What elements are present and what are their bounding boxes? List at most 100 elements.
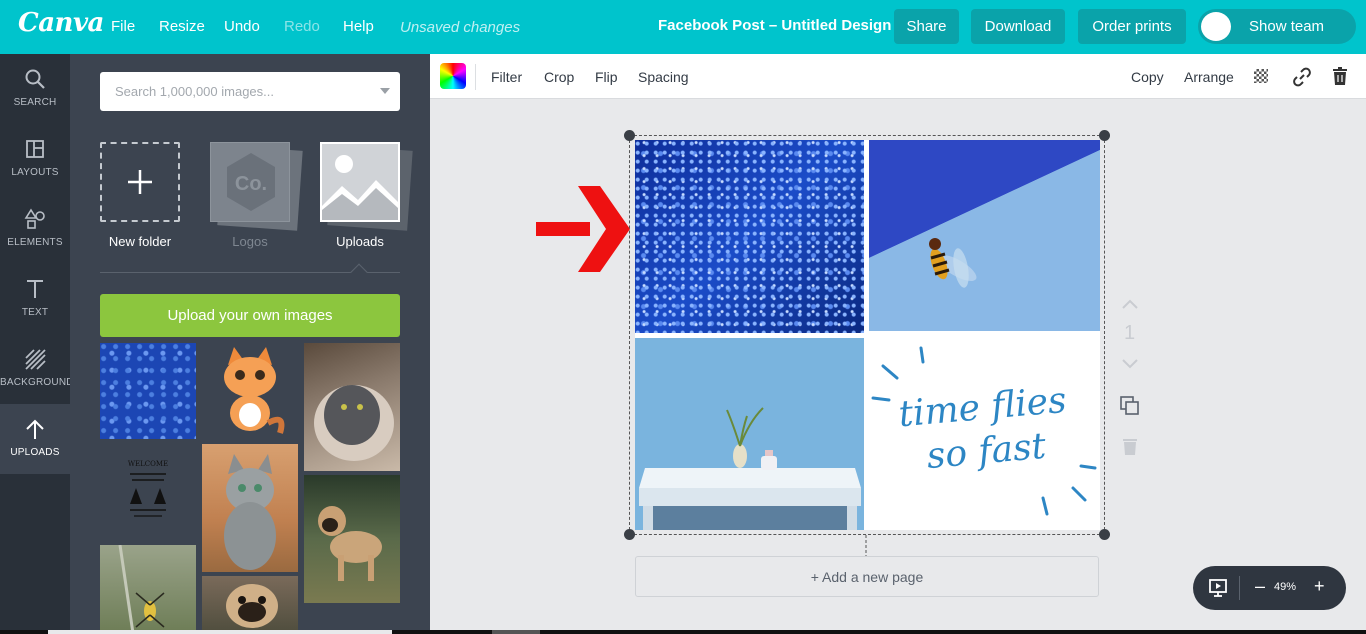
nav-background[interactable]: BACKGROUND	[0, 334, 74, 404]
zoom-in-button[interactable]: +	[1314, 576, 1325, 597]
zoom-out-button[interactable]: –	[1255, 576, 1265, 597]
move-page-down-icon[interactable]	[1121, 358, 1139, 370]
duplicate-page-icon[interactable]	[1120, 396, 1140, 416]
image-search-input[interactable]: Search 1,000,000 images...	[100, 72, 400, 111]
page-number: 1	[1124, 322, 1136, 344]
upload-images-button[interactable]: Upload your own images	[100, 294, 400, 337]
top-bar: Canva File Resize Undo Redo Help Unsaved…	[0, 0, 1366, 54]
svg-text:WELCOME: WELCOME	[128, 460, 168, 468]
menu-resize[interactable]: Resize	[159, 18, 205, 35]
nav-text[interactable]: TEXT	[0, 264, 70, 334]
trash-icon[interactable]	[1332, 67, 1348, 85]
logos-mark-text: Co.	[234, 173, 268, 195]
zoom-control: – 49% +	[1193, 566, 1346, 610]
resize-handle-top-left[interactable]	[624, 130, 635, 141]
menu-redo[interactable]: Redo	[284, 18, 320, 35]
thumb-tabby-cat[interactable]	[202, 444, 298, 572]
thumb-pug-face[interactable]	[202, 576, 298, 634]
cartoon-cat-illustration	[224, 347, 285, 434]
delete-page-icon[interactable]	[1122, 437, 1138, 455]
selected-folder-pointer	[350, 263, 368, 281]
uploads-folder-tile[interactable]	[320, 142, 413, 231]
layouts-icon	[26, 140, 44, 158]
menu-help[interactable]: Help	[343, 18, 374, 35]
upload-arrow-icon	[26, 419, 44, 439]
new-folder-label: New folder	[108, 234, 172, 249]
nav-search[interactable]: SEARCH	[0, 54, 70, 124]
copy-button[interactable]: Copy	[1131, 69, 1164, 85]
thumb-grey-cat[interactable]	[304, 343, 400, 471]
nav-layouts[interactable]: LAYOUTS	[0, 124, 70, 194]
welcome-sign-graphic: WELCOME	[122, 456, 174, 522]
show-team-toggle[interactable]: Show team	[1198, 9, 1356, 44]
menu-undo[interactable]: Undo	[224, 18, 260, 35]
logos-folder-tile[interactable]: Co.	[210, 142, 303, 231]
search-placeholder: Search 1,000,000 images...	[115, 84, 274, 99]
nav-label: UPLOADS	[10, 447, 60, 458]
element-toolbar: Filter Crop Flip Spacing Copy Arrange	[430, 54, 1366, 99]
chevron-down-icon[interactable]	[380, 88, 390, 94]
transparency-icon[interactable]	[1254, 69, 1268, 83]
nav-label: SEARCH	[13, 97, 57, 108]
grid-cell-table[interactable]	[635, 338, 864, 530]
move-page-up-icon[interactable]	[1121, 298, 1139, 310]
zoom-divider	[1239, 576, 1240, 600]
resize-handle-bottom-right[interactable]	[1099, 529, 1110, 540]
bee-photo	[869, 140, 1100, 331]
filter-button[interactable]: Filter	[491, 69, 522, 85]
canva-logo[interactable]: Canva	[18, 8, 104, 38]
pug-photo	[318, 506, 382, 581]
uploads-folder-label: Uploads	[336, 234, 384, 249]
grid-cell-quote[interactable]: time flies so fast	[869, 336, 1100, 530]
resize-handle-top-right[interactable]	[1099, 130, 1110, 141]
nav-elements[interactable]: ELEMENTS	[0, 194, 70, 264]
grid-cell-glitter[interactable]	[635, 140, 864, 333]
menu-file[interactable]: File	[111, 18, 135, 35]
elements-icon	[24, 208, 45, 229]
download-button[interactable]: Download	[971, 9, 1065, 44]
document-title[interactable]: Facebook Post – Untitled Design	[658, 17, 891, 34]
thumb-welcome-sign[interactable]: WELCOME	[100, 444, 196, 534]
uploads-panel: Search 1,000,000 images... New folder Co…	[70, 54, 430, 634]
nav-uploads[interactable]: UPLOADS	[0, 404, 70, 474]
present-icon[interactable]	[1208, 578, 1228, 598]
taskbar-edge	[0, 630, 1366, 634]
logos-folder-label: Logos	[232, 234, 268, 249]
image-placeholder-icon	[322, 144, 398, 220]
spacing-button[interactable]: Spacing	[638, 69, 689, 85]
table-photo	[635, 338, 864, 530]
new-folder-tile[interactable]	[100, 142, 180, 222]
show-team-label: Show team	[1249, 18, 1325, 35]
search-icon	[25, 69, 45, 89]
flip-button[interactable]: Flip	[595, 69, 618, 85]
share-button[interactable]: Share	[894, 9, 959, 44]
grey-cat-photo	[314, 385, 394, 461]
color-picker-icon[interactable]	[440, 63, 466, 89]
thumb-blue-glitter[interactable]	[100, 343, 196, 439]
resize-handle-bottom-left[interactable]	[624, 529, 635, 540]
grid-cell-bee[interactable]	[869, 140, 1100, 331]
toggle-knob	[1201, 12, 1231, 41]
thumb-pug-standing[interactable]	[304, 475, 400, 603]
unsaved-status: Unsaved changes	[400, 19, 521, 36]
add-new-page-button[interactable]: + Add a new page	[635, 556, 1099, 597]
text-icon	[27, 280, 43, 298]
background-icon	[25, 349, 46, 370]
nav-label: LAYOUTS	[11, 167, 59, 178]
order-prints-button[interactable]: Order prints	[1078, 9, 1186, 44]
nav-label: ELEMENTS	[7, 237, 63, 248]
toolbar-divider	[475, 64, 476, 90]
nav-label: TEXT	[21, 307, 49, 318]
nav-label: BACKGROUND	[0, 377, 74, 388]
pug-face-photo	[226, 584, 278, 634]
spider-photo	[118, 545, 165, 634]
zoom-level[interactable]: 49%	[1274, 581, 1296, 593]
thumb-spider-plant[interactable]	[100, 545, 196, 634]
tabby-cat-photo	[224, 454, 276, 570]
design-page[interactable]: time flies so fast	[635, 140, 1100, 530]
link-icon[interactable]	[1292, 67, 1312, 87]
arrange-button[interactable]: Arrange	[1184, 69, 1234, 85]
thumb-cartoon-cat[interactable]	[202, 343, 298, 439]
crop-button[interactable]: Crop	[544, 69, 574, 85]
left-navigation: SEARCH LAYOUTS ELEMENTS TEXT BACKGROUND …	[0, 54, 74, 634]
